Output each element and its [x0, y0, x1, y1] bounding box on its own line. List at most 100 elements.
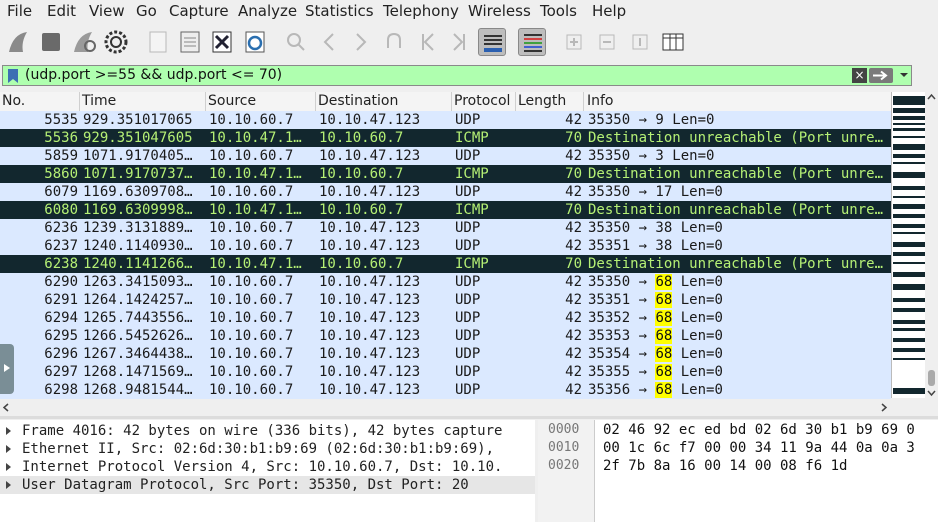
stop-capture-icon[interactable]	[37, 28, 65, 56]
menu-wireless[interactable]: Wireless	[468, 2, 531, 20]
filter-history-dropdown-icon[interactable]	[899, 70, 909, 80]
packet-row[interactable]: 6079 1169.6309708… 10.10.60.7 10.10.47.123 U…	[0, 183, 891, 201]
packet-src-cell: 10.10.60.7	[209, 274, 294, 290]
menu-help[interactable]: Help	[592, 2, 626, 20]
menu-edit[interactable]: Edit	[47, 2, 76, 20]
menu-analyze[interactable]: Analyze	[238, 2, 297, 20]
clear-filter-icon[interactable]: ×	[852, 68, 867, 83]
pane-splitter[interactable]	[0, 416, 938, 419]
packet-src-cell: 10.10.47.1…	[209, 166, 302, 182]
menu-go[interactable]: Go	[136, 2, 157, 20]
menu-view[interactable]: View	[89, 2, 125, 20]
packet-row[interactable]: 5535 929.351017065 10.10.60.7 10.10.47.123 U…	[0, 111, 891, 129]
display-filter-text[interactable]: (udp.port >=55 && udp.port <= 70)	[25, 67, 282, 83]
menu-statistics[interactable]: Statistics	[305, 2, 374, 20]
open-file-icon[interactable]	[144, 28, 172, 56]
packet-proto-cell: ICMP	[455, 256, 489, 272]
packet-row[interactable]: 6291 1264.1424257… 10.10.60.7 10.10.47.123 U…	[0, 291, 891, 309]
packet-row[interactable]: 5859 1071.9170405… 10.10.60.7 10.10.47.123 U…	[0, 147, 891, 165]
packet-len-cell: 42	[565, 274, 582, 290]
packet-info-cell: Destination unreachable (Port unre…	[588, 256, 884, 272]
packet-row[interactable]: 6238 1240.1141266… 10.10.47.1… 10.10.60.7 IC…	[0, 255, 891, 273]
column-header-time[interactable]: Time	[82, 93, 116, 109]
display-filter-input[interactable]: (udp.port >=55 && udp.port <= 70) ×	[2, 65, 912, 86]
column-header-protocol[interactable]: Protocol	[454, 93, 510, 109]
go-back-icon[interactable]	[315, 28, 343, 56]
zoom-in-icon[interactable]	[560, 28, 588, 56]
packet-no-cell: 5859	[44, 148, 78, 164]
packet-row[interactable]: 6298 1268.9481544… 10.10.60.7 10.10.47.123 U…	[0, 381, 891, 399]
column-header-source[interactable]: Source	[208, 93, 256, 109]
detail-tree-item[interactable]: User Datagram Protocol, Src Port: 35350,…	[0, 476, 535, 494]
menu-capture[interactable]: Capture	[169, 2, 229, 20]
zoom-out-icon[interactable]	[593, 28, 621, 56]
hex-bytes-line[interactable]: 02 46 92 ec ed bd 02 6d 30 b1 b9 69 0	[603, 422, 915, 438]
scroll-up-icon[interactable]	[927, 93, 936, 101]
packet-info-cell: 35356 → 68 Len=0	[588, 381, 891, 399]
packet-row[interactable]: 6295 1266.5452626… 10.10.60.7 10.10.47.123 U…	[0, 327, 891, 345]
column-header-length[interactable]: Length	[518, 93, 566, 109]
detail-tree-item[interactable]: Ethernet II, Src: 02:6d:30:b1:b9:69 (02:…	[0, 440, 535, 458]
packet-row[interactable]: 6236 1239.3131889… 10.10.60.7 10.10.47.123 U…	[0, 219, 891, 237]
packet-info-suffix: Len=0	[672, 346, 723, 362]
scroll-right-icon[interactable]	[880, 403, 888, 412]
byte-offset: 0020	[548, 458, 580, 473]
packet-row[interactable]: 6297 1268.1471569… 10.10.60.7 10.10.47.123 U…	[0, 363, 891, 381]
minimap-icmp-marker	[893, 214, 926, 218]
apply-filter-arrow-icon[interactable]	[869, 68, 893, 83]
close-file-icon[interactable]	[208, 28, 236, 56]
expand-arrow-icon[interactable]	[6, 427, 11, 435]
menu-file[interactable]: File	[7, 2, 32, 20]
packet-row[interactable]: 6080 1169.6309998… 10.10.47.1… 10.10.60.7 IC…	[0, 201, 891, 219]
packet-len-cell: 42	[565, 238, 582, 254]
detail-tree-item[interactable]: Frame 4016: 42 bytes on wire (336 bits),…	[0, 422, 535, 440]
packet-list-horizontal-scrollbar[interactable]	[0, 400, 891, 415]
packet-row[interactable]: 5536 929.351047605 10.10.47.1… 10.10.60.7 IC…	[0, 129, 891, 147]
restart-capture-icon[interactable]	[70, 28, 98, 56]
detail-tree-item[interactable]: Internet Protocol Version 4, Src: 10.10.…	[0, 458, 535, 476]
save-file-icon[interactable]	[176, 28, 204, 56]
packet-row[interactable]: 6296 1267.3464438… 10.10.60.7 10.10.47.123 U…	[0, 345, 891, 363]
filter-match-highlight: 68	[655, 364, 673, 380]
find-packet-icon[interactable]	[282, 28, 310, 56]
packet-info-prefix: 35350 →	[588, 274, 656, 290]
packet-row[interactable]: 6294 1265.7443556… 10.10.60.7 10.10.47.123 U…	[0, 309, 891, 327]
packet-minimap[interactable]	[891, 92, 926, 398]
go-forward-icon[interactable]	[347, 28, 375, 56]
go-to-packet-icon[interactable]	[380, 28, 408, 56]
packet-info-cell: 35350 → 17 Len=0	[588, 184, 723, 200]
packet-row[interactable]: 6237 1240.1140930… 10.10.60.7 10.10.47.123 U…	[0, 237, 891, 255]
hex-bytes-line[interactable]: 2f 7b 8a 16 00 14 00 08 f6 1d	[603, 458, 847, 474]
go-last-packet-icon[interactable]	[446, 28, 474, 56]
shark-fin-start-icon[interactable]	[5, 28, 33, 56]
colorize-toggle-icon[interactable]	[518, 28, 546, 56]
menu-telephony[interactable]: Telephony	[383, 2, 459, 20]
capture-options-gear-icon[interactable]	[102, 28, 130, 56]
packet-info-suffix: Len=0	[672, 328, 723, 344]
go-first-packet-icon[interactable]	[413, 28, 441, 56]
filter-bookmark-icon[interactable]	[7, 68, 19, 84]
menu-tools[interactable]: Tools	[540, 2, 577, 20]
resize-columns-icon[interactable]	[659, 28, 687, 56]
packet-no-cell: 5536	[44, 130, 78, 146]
expand-arrow-icon[interactable]	[6, 481, 11, 489]
reload-file-icon[interactable]	[241, 28, 269, 56]
expand-arrow-icon[interactable]	[6, 445, 11, 453]
normal-size-icon[interactable]	[626, 28, 654, 56]
column-header-info[interactable]: Info	[587, 93, 614, 109]
packet-list-vertical-scrollbar[interactable]	[925, 92, 938, 398]
scroll-left-icon[interactable]	[2, 403, 10, 412]
packet-dst-cell: 10.10.47.123	[319, 292, 421, 308]
expand-arrow-icon[interactable]	[6, 463, 11, 471]
scroll-down-icon[interactable]	[927, 389, 936, 397]
packet-src-cell: 10.10.60.7	[209, 184, 294, 200]
sidebar-expand-handle-icon[interactable]	[0, 344, 14, 394]
packet-row[interactable]: 6290 1263.3415093… 10.10.60.7 10.10.47.123 U…	[0, 273, 891, 291]
packet-row[interactable]: 5860 1071.9170737… 10.10.47.1… 10.10.60.7 IC…	[0, 165, 891, 183]
autoscroll-toggle-icon[interactable]	[478, 28, 506, 56]
hex-bytes-line[interactable]: 00 1c 6c f7 00 00 34 11 9a 44 0a 0a 3	[603, 440, 915, 456]
column-header-no[interactable]: No.	[2, 93, 25, 109]
packet-len-cell: 70	[565, 166, 582, 182]
vertical-scroll-thumb[interactable]	[928, 370, 935, 386]
column-header-destination[interactable]: Destination	[318, 93, 398, 109]
